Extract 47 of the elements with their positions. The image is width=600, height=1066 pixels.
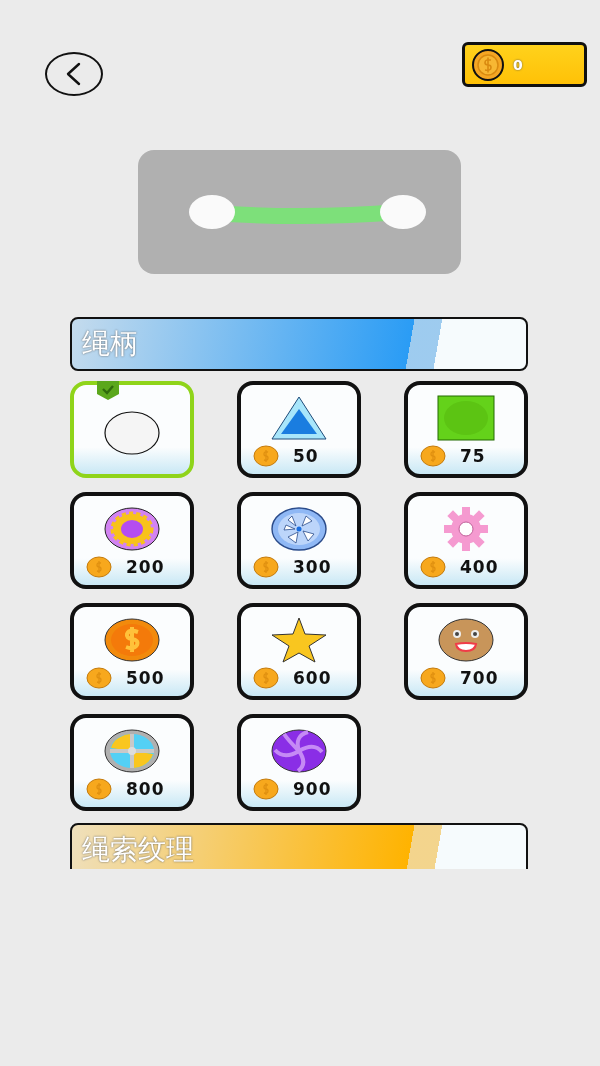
item-price: 50: [293, 446, 319, 466]
circle-icon: [103, 410, 161, 456]
coin-icon: [86, 667, 112, 689]
triangle-icon: [270, 395, 328, 441]
item-tile[interactable]: 200: [70, 492, 194, 589]
item-tile[interactable]: 400: [404, 492, 528, 589]
coin-icon: [86, 556, 112, 578]
item-price: 500: [126, 668, 165, 688]
item-tile[interactable]: 900: [237, 714, 361, 811]
item-tile[interactable]: 800: [70, 714, 194, 811]
gear-disc-icon: [103, 506, 161, 552]
dollar-coin-icon: [103, 617, 161, 663]
coin-icon: [420, 667, 446, 689]
item-price: 800: [126, 779, 165, 799]
item-tile[interactable]: [70, 381, 194, 478]
coin-icon: [420, 445, 446, 467]
item-price: 75: [460, 446, 486, 466]
item-tile[interactable]: 600: [237, 603, 361, 700]
item-price: 400: [460, 557, 499, 577]
swirl-candy-icon: [270, 728, 328, 774]
item-price: 300: [293, 557, 332, 577]
smiley-icon: [437, 617, 495, 663]
coin-icon: [86, 778, 112, 800]
item-price: 200: [126, 557, 165, 577]
square-icon: [437, 395, 495, 441]
star-icon: [270, 617, 328, 663]
fan-icon: [103, 728, 161, 774]
checkmark-icon: [96, 381, 120, 401]
section-title: 绳柄: [82, 326, 138, 362]
item-tile[interactable]: 300: [237, 492, 361, 589]
item-price: 600: [293, 668, 332, 688]
item-price: 700: [460, 668, 499, 688]
wheel-icon: [270, 506, 328, 552]
coin-icon: [253, 667, 279, 689]
item-tile[interactable]: 75: [404, 381, 528, 478]
item-price: 900: [293, 779, 332, 799]
coin-icon: [253, 556, 279, 578]
coin-count: 0: [513, 56, 523, 73]
coin-icon: [471, 47, 505, 82]
coin-icon: [420, 556, 446, 578]
back-button[interactable]: [45, 52, 103, 96]
coin-icon: [253, 778, 279, 800]
item-tile[interactable]: 500: [70, 603, 194, 700]
coin-icon: [253, 445, 279, 467]
item-tile[interactable]: 50: [237, 381, 361, 478]
item-tile[interactable]: 700: [404, 603, 528, 700]
section-title: 绳索纹理: [82, 832, 194, 868]
